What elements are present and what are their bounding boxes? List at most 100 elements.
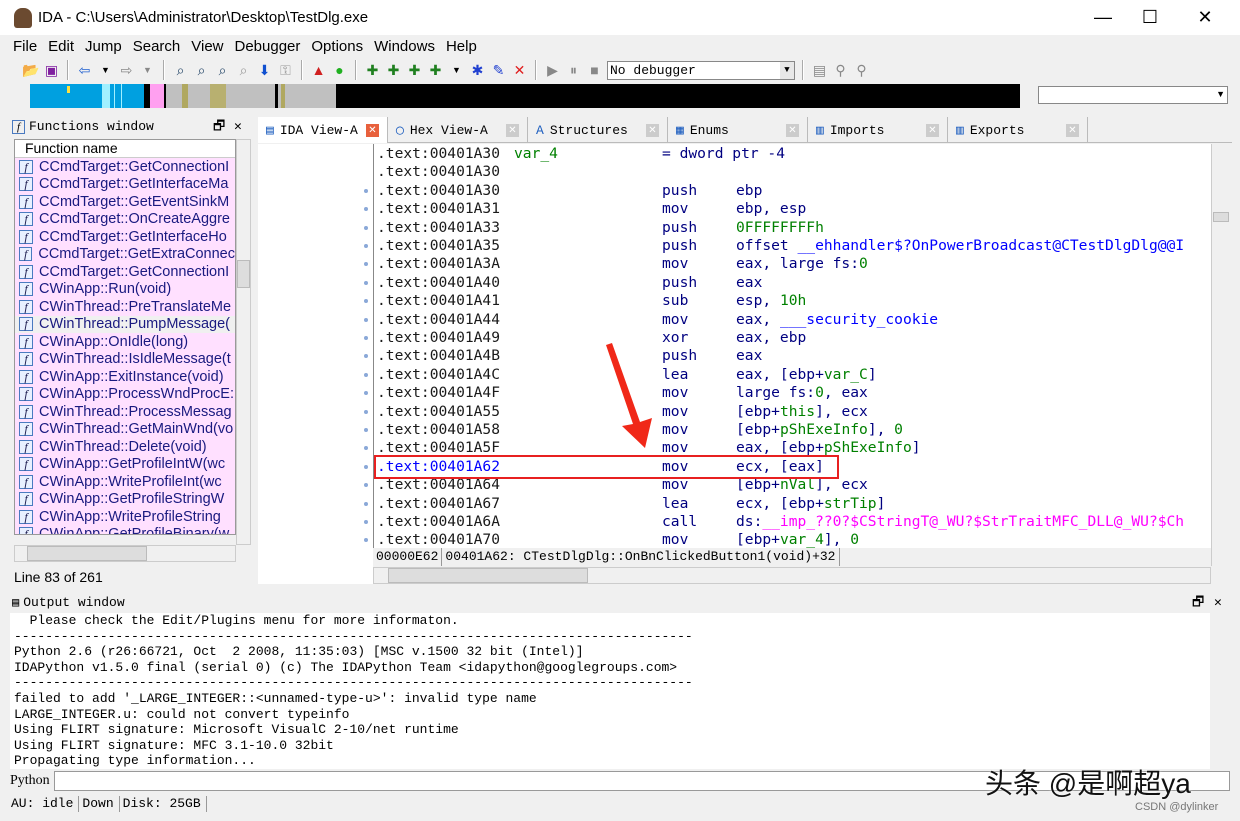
function-list-item[interactable]: f CWinApp::ProcessWndProcE: [15, 386, 235, 404]
pause-icon[interactable]: ⏸ [565, 62, 582, 79]
code-line[interactable]: .text:00401A4C lea eax, [ebp+var_C] [377, 366, 877, 384]
disassembly-vscroll[interactable] [1211, 144, 1230, 566]
tab-imports[interactable]: ▥ Imports ✕ [808, 117, 948, 143]
code-line[interactable]: .text:00401A35 push offset __ehhandler$?On… [377, 237, 1184, 255]
tab-enums[interactable]: ▦ Enums ✕ [668, 117, 808, 143]
undock-icon[interactable]: 🗗 [1192, 593, 1204, 613]
forward-icon[interactable]: ⇨ [118, 62, 135, 79]
debugger-select[interactable]: No debugger ▼ [607, 60, 795, 80]
code-line[interactable]: .text:00401A4F mov large fs:0, eax [377, 384, 868, 402]
code-line[interactable]: .text:00401A41 sub esp, 10h [377, 292, 806, 310]
stop-icon[interactable]: ■ [586, 62, 603, 79]
close-button[interactable]: ✕ [1182, 4, 1228, 30]
search-text-icon[interactable]: ⌕ [193, 62, 210, 79]
function-list-item[interactable]: f CWinApp::WriteProfileString [15, 508, 235, 526]
close-icon[interactable]: ✕ [234, 117, 242, 137]
disassembly-view[interactable]: .text:00401A30 var_4 = dword ptr -4 .text:0… [373, 144, 1211, 548]
close-icon[interactable]: ✕ [1214, 593, 1222, 613]
undock-icon[interactable]: 🗗 [213, 117, 225, 137]
array-dropdown-icon[interactable]: ▼ [448, 62, 465, 79]
close-tab-icon[interactable]: ✕ [366, 123, 379, 137]
menu-view[interactable]: View [186, 36, 229, 57]
code-line[interactable]: .text:00401A33 push 0FFFFFFFFh [377, 219, 824, 237]
make-struct-icon[interactable]: ✱ [469, 62, 486, 79]
maximize-button[interactable]: ☐ [1127, 4, 1173, 30]
close-tab-icon[interactable]: ✕ [926, 123, 939, 137]
tab-hex-view-a[interactable]: ◯ Hex View-A ✕ [388, 117, 528, 143]
menu-windows[interactable]: Windows [369, 36, 441, 57]
function-list-item[interactable]: f CWinThread::GetMainWnd(vo [15, 421, 235, 439]
menu-options[interactable]: Options [306, 36, 369, 57]
function-list-item[interactable]: f CWinApp::OnIdle(long) [15, 333, 235, 351]
make-array-icon[interactable]: ✚ [427, 62, 444, 79]
function-list-item[interactable]: f CCmdTarget::GetConnectionI [15, 263, 235, 281]
function-list-item[interactable]: f CWinApp::ExitInstance(void) [15, 368, 235, 386]
debugger-options-icon[interactable]: ▤ [811, 62, 828, 79]
navigation-band[interactable] [30, 84, 1020, 108]
make-code-icon[interactable]: ✚ [364, 62, 381, 79]
green-circle-icon[interactable]: ● [331, 62, 348, 79]
minimize-button[interactable]: — [1080, 4, 1126, 30]
forward-dropdown-icon[interactable]: ▼ [139, 62, 156, 79]
rename-icon[interactable]: ✎ [490, 62, 507, 79]
search-next-icon[interactable]: ⌕ [235, 62, 252, 79]
function-list-item[interactable]: f CWinThread::ProcessMessag [15, 403, 235, 421]
code-line[interactable]: .text:00401A4B push eax [377, 347, 762, 365]
function-list-item[interactable]: f CWinApp::GetProfileBinary(w [15, 526, 235, 534]
tab-structures[interactable]: A Structures ✕ [528, 117, 668, 143]
make-ascii-icon[interactable]: ✚ [406, 62, 423, 79]
detach-icon[interactable]: ⚲ [853, 62, 870, 79]
function-list-item[interactable]: f CCmdTarget::GetConnectionI [15, 158, 235, 176]
function-list-vscroll[interactable] [236, 139, 251, 545]
search-immediate-icon[interactable]: ⌕ [214, 62, 231, 79]
code-line[interactable]: .text:00401A6A call ds:__imp_??0?$CStringT… [377, 513, 1184, 531]
function-list-hscroll[interactable] [14, 545, 236, 562]
back-icon[interactable]: ⇦ [76, 62, 93, 79]
code-line[interactable]: .text:00401A30 [377, 163, 500, 181]
function-list-item[interactable]: f CWinApp::GetProfileIntW(wc [15, 456, 235, 474]
code-line[interactable]: .text:00401A70 mov [ebp+var_4], 0 [377, 531, 859, 548]
tab-exports[interactable]: ▥ Exports ✕ [948, 117, 1088, 143]
segment-select[interactable]: ▼ [1038, 86, 1228, 104]
function-list-item[interactable]: f CCmdTarget::GetInterfaceMa [15, 176, 235, 194]
menu-file[interactable]: File [8, 36, 43, 57]
code-line[interactable]: .text:00401A44 mov eax, ___security_cookie [377, 311, 938, 329]
menu-debugger[interactable]: Debugger [230, 36, 307, 57]
tab-ida-view-a[interactable]: ▤ IDA View-A ✕ [258, 117, 388, 143]
function-list-item[interactable]: f CWinThread::PumpMessage( [15, 315, 235, 333]
save-icon[interactable]: ▣ [43, 62, 60, 79]
close-tab-icon[interactable]: ✕ [1066, 123, 1079, 137]
function-list-item[interactable]: f CWinThread::PreTranslateMe [15, 298, 235, 316]
function-list-item[interactable]: f CCmdTarget::OnCreateAggre [15, 211, 235, 229]
lock-icon[interactable]: ⚿ [277, 62, 294, 79]
jump-down-icon[interactable]: ⬇ [256, 62, 273, 79]
close-tab-icon[interactable]: ✕ [786, 123, 799, 137]
code-line[interactable]: .text:00401A55 mov [ebp+this], ecx [377, 403, 868, 421]
menu-edit[interactable]: Edit [43, 36, 80, 57]
attach-icon[interactable]: ⚲ [832, 62, 849, 79]
make-data-icon[interactable]: ✚ [385, 62, 402, 79]
function-list-item[interactable]: f CWinApp::Run(void) [15, 281, 235, 299]
close-tab-icon[interactable]: ✕ [506, 123, 519, 137]
code-line[interactable]: .text:00401A40 push eax [377, 274, 762, 292]
function-list-item[interactable]: f CCmdTarget::GetInterfaceHo [15, 228, 235, 246]
function-list-item[interactable]: f CWinThread::IsIdleMessage(t [15, 351, 235, 369]
function-list-item[interactable]: f CWinThread::Delete(void) [15, 438, 235, 456]
run-icon[interactable]: ▶ [544, 62, 561, 79]
column-header-function-name[interactable]: Function name [15, 140, 235, 158]
search-binary-icon[interactable]: ⌕ [172, 62, 189, 79]
undefine-icon[interactable]: ✕ [511, 62, 528, 79]
code-line[interactable]: .text:00401A3A mov eax, large fs:0 [377, 255, 868, 273]
function-list-item[interactable]: f CWinApp::WriteProfileInt(wc [15, 473, 235, 491]
menu-help[interactable]: Help [441, 36, 483, 57]
code-line[interactable]: .text:00401A67 lea ecx, [ebp+strTip] [377, 495, 885, 513]
code-line[interactable]: .text:00401A49 xor eax, ebp [377, 329, 806, 347]
menu-search[interactable]: Search [128, 36, 187, 57]
graph-icon[interactable]: ▲ [310, 62, 327, 79]
back-dropdown-icon[interactable]: ▼ [97, 62, 114, 79]
output-vscroll[interactable] [1210, 613, 1230, 769]
close-tab-icon[interactable]: ✕ [646, 123, 659, 137]
code-line[interactable]: .text:00401A30 push ebp [377, 182, 762, 200]
menu-jump[interactable]: Jump [80, 36, 128, 57]
disassembly-hscroll[interactable] [373, 567, 1211, 584]
